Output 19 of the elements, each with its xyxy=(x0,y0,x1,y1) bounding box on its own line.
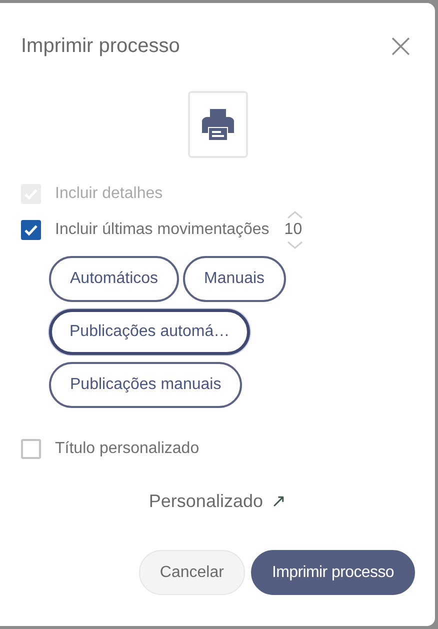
print-button[interactable] xyxy=(188,91,248,158)
dialog-title: Imprimir processo xyxy=(21,34,180,58)
custom-link[interactable]: Personalizado ↗ xyxy=(148,491,286,512)
check-icon xyxy=(24,224,38,236)
checkbox[interactable] xyxy=(21,439,41,459)
checkbox-label: Título personalizado xyxy=(55,440,200,458)
print-button[interactable]: Imprimir processo xyxy=(250,550,415,595)
filter-chip[interactable]: Publicações automá… xyxy=(49,309,250,355)
count-field[interactable]: 10 xyxy=(284,220,306,240)
filter-chip[interactable]: Manuais xyxy=(183,256,286,302)
cancel-button[interactable]: Cancelar xyxy=(138,550,245,595)
printer-icon xyxy=(202,109,234,140)
checkbox[interactable] xyxy=(21,220,41,240)
checkbox-label: Incluir detalhes xyxy=(55,185,163,203)
checkbox-label: Incluir últimas movimentações xyxy=(55,221,270,239)
filter-chip[interactable]: Publicações manuais xyxy=(49,362,242,408)
filter-chip[interactable]: Automáticos xyxy=(49,256,180,302)
decrement-icon[interactable] xyxy=(287,240,304,250)
increment-icon[interactable] xyxy=(287,210,304,220)
